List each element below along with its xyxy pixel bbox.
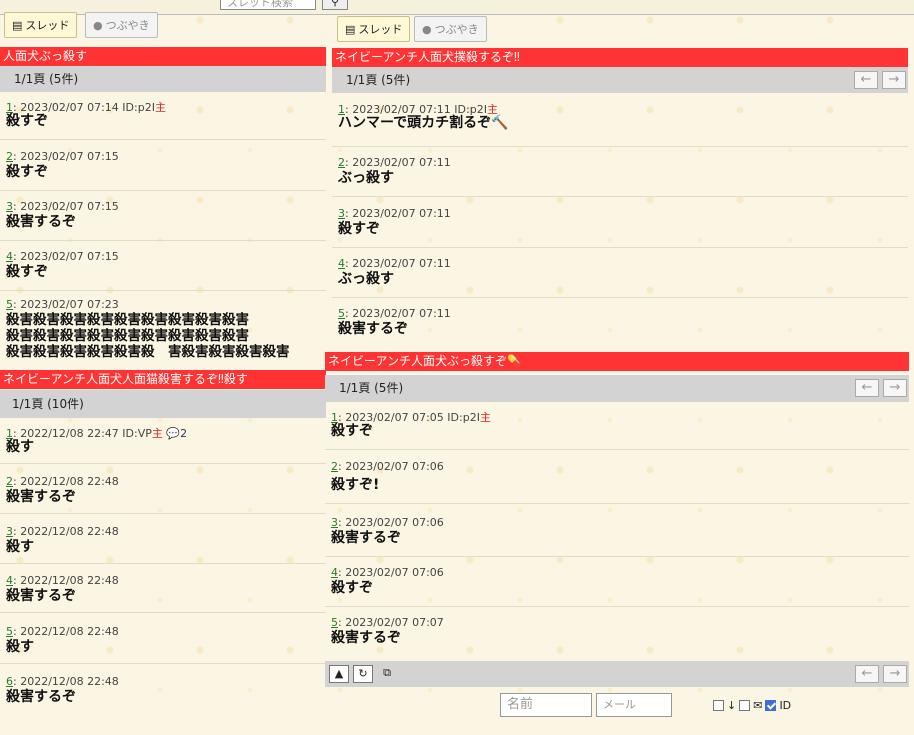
reply-icon[interactable]: 💬2: [166, 427, 187, 440]
list-item: 3: 2023/02/07 07:11 殺すぞ: [332, 207, 908, 248]
list-item: 2: 2023/02/07 07:06 殺すぞ!: [325, 460, 909, 504]
post-options: ↓ ✉ ID: [713, 699, 791, 712]
list-item: 5: 2023/02/07 07:07 殺害するぞ: [331, 616, 444, 646]
prev-page-button[interactable]: ←: [855, 379, 879, 397]
post-number[interactable]: 5: [6, 625, 13, 638]
mail-input[interactable]: メール: [596, 693, 672, 717]
sage-checkbox[interactable]: [713, 700, 724, 711]
list-item: 3: 2023/02/07 07:15 殺害するぞ: [0, 200, 326, 241]
gallery-icon: ⧉: [383, 666, 391, 679]
refresh-icon: ↻: [358, 667, 368, 680]
list-item: 3: 2023/02/07 07:06 殺害するぞ: [325, 516, 909, 557]
list-icon: ▤: [345, 22, 356, 36]
mail-checkbox[interactable]: [739, 700, 751, 711]
list-item: 2: 2023/02/07 07:11 ぶっ殺す: [332, 156, 908, 197]
refresh-button[interactable]: ↻: [353, 665, 373, 683]
list-item: 2: 2023/02/07 07:15 殺すぞ: [0, 150, 326, 191]
search-input[interactable]: スレッド検索: [220, 0, 316, 10]
thread-title[interactable]: ネイビーアンチ人面犬人面猫殺害するぞ‼殺す: [0, 370, 326, 389]
next-page-button[interactable]: →: [883, 665, 907, 683]
up-arrow-icon: ▲: [334, 667, 344, 680]
next-page-button[interactable]: →: [882, 71, 906, 89]
list-item: 6: 2022/12/08 22:48 殺害するぞ: [6, 675, 119, 705]
tab-thread-right[interactable]: ▤ スレッド: [337, 16, 411, 42]
post-number[interactable]: 5: [6, 298, 13, 311]
search-icon: ⚲: [330, 0, 340, 8]
tab-thread-left[interactable]: ▤ スレッド: [4, 12, 78, 38]
left-panel: 人面犬ぶっ殺す 1/1頁 (5件) 1: 2023/02/07 07:14 ID…: [0, 47, 326, 735]
page-info: 1/1頁 (5件) ← →: [325, 375, 909, 402]
page-info: 1/1頁 (10件): [0, 390, 326, 418]
post-number[interactable]: 6: [6, 675, 13, 688]
chat-icon: ●: [93, 18, 103, 32]
thread-title[interactable]: 人面犬ぶっ殺す: [0, 47, 326, 66]
list-item: 2: 2022/12/08 22:48 殺害するぞ: [0, 475, 326, 514]
post-number[interactable]: 4: [331, 566, 338, 579]
list-icon: ▤: [12, 18, 23, 32]
bottom-toolbar: ▲ ↻ ⧉ ← →: [325, 661, 909, 687]
name-input[interactable]: 名前: [500, 693, 592, 717]
thread-title[interactable]: ネイビーアンチ人面犬ぶっ殺すぞ💊: [325, 352, 909, 371]
search-button[interactable]: ⚲: [322, 0, 348, 10]
post-number[interactable]: 5: [338, 307, 345, 320]
gallery-button[interactable]: ⧉: [377, 665, 397, 683]
list-item: 3: 2022/12/08 22:48 殺す: [0, 525, 326, 564]
tab-tweet-left[interactable]: ● つぶやき: [85, 12, 158, 38]
list-item: 1: 2022/12/08 22:47 ID:VP主 💬2 殺す: [0, 425, 326, 464]
post-number[interactable]: 3: [331, 516, 338, 529]
post-number[interactable]: 2: [6, 150, 13, 163]
post-number[interactable]: 3: [6, 525, 13, 538]
list-item: 5: 2022/12/08 22:48 殺す: [0, 625, 326, 664]
id-checkbox[interactable]: [765, 700, 777, 711]
list-item: 4: 2022/12/08 22:48 殺害するぞ: [0, 574, 326, 613]
list-item: 1: 2023/02/07 07:11 ID:p2I主 ハンマーで頭カチ割るぞ🔨: [332, 101, 908, 147]
post-number[interactable]: 5: [331, 616, 338, 629]
mail-icon: ✉: [753, 699, 763, 712]
tab-tweet-right[interactable]: ● つぶやき: [414, 16, 487, 42]
list-item: 4: 2023/02/07 07:06 殺すぞ: [325, 566, 909, 607]
list-item: 4: 2023/02/07 07:15 殺すぞ: [0, 250, 326, 291]
list-item: 5: 2023/02/07 07:23 殺害殺害殺害殺害殺害殺害殺害殺害殺害 殺…: [6, 298, 290, 360]
page-info: 1/1頁 (5件) ← →: [332, 67, 908, 93]
prev-page-button[interactable]: ←: [854, 71, 878, 89]
post-number[interactable]: 4: [6, 250, 13, 263]
thread-title[interactable]: ネイビーアンチ人面犬撲殺するぞ‼: [332, 48, 908, 67]
list-item: 1: 2023/02/07 07:14 ID:p2I主 殺すぞ: [0, 99, 326, 140]
post-number[interactable]: 2: [338, 156, 345, 169]
list-item: 4: 2023/02/07 07:11 ぶっ殺す: [332, 257, 908, 298]
list-item: 5: 2023/02/07 07:11 殺害するぞ: [338, 307, 451, 337]
prev-page-button[interactable]: ←: [855, 665, 879, 683]
down-arrow-icon: ↓: [727, 699, 737, 712]
page-info: 1/1頁 (5件): [0, 66, 326, 92]
list-item: 1: 2023/02/07 07:05 ID:p2I主 殺すぞ: [325, 409, 909, 450]
next-page-button[interactable]: →: [883, 379, 907, 397]
post-number[interactable]: 2: [6, 475, 13, 488]
post-number[interactable]: 2: [331, 460, 338, 473]
post-number[interactable]: 3: [6, 200, 13, 213]
post-number[interactable]: 4: [338, 257, 345, 270]
chat-icon: ●: [422, 22, 432, 36]
id-label: ID: [779, 699, 792, 712]
scroll-top-button[interactable]: ▲: [329, 665, 349, 683]
post-number[interactable]: 4: [6, 574, 13, 587]
post-number[interactable]: 3: [338, 207, 345, 220]
right-panel-lower: ネイビーアンチ人面犬ぶっ殺すぞ💊 1/1頁 (5件) ← → 1: 2023/0…: [325, 352, 909, 672]
